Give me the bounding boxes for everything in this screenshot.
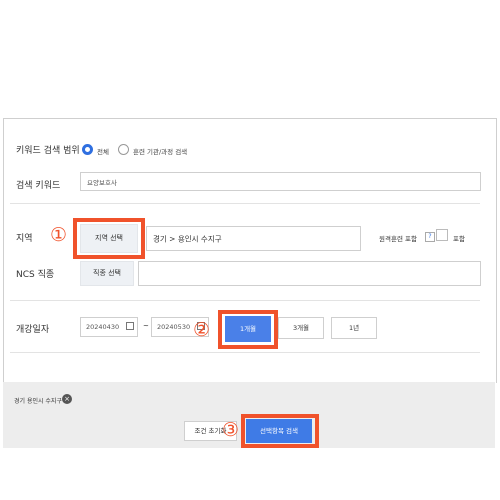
remote-include-checkbox[interactable] xyxy=(436,229,448,241)
period-3-months-button[interactable]: 3개월 xyxy=(278,317,324,339)
calendar-icon[interactable] xyxy=(126,322,134,330)
region-input[interactable]: 경기 > 용인시 수지구 xyxy=(146,226,361,251)
divider xyxy=(10,203,480,204)
highlight-box-3 xyxy=(241,414,319,448)
keyword-scope-label: 키워드 검색 범위 xyxy=(16,146,80,156)
opening-date-label: 개강일자 xyxy=(16,325,50,335)
ncs-input[interactable] xyxy=(138,261,481,286)
selected-filter-chip: 경기 용인시 수지구 xyxy=(14,398,62,405)
region-label: 지역 xyxy=(16,234,33,244)
end-date-value: 20240530 xyxy=(157,323,191,331)
start-date-value: 20240430 xyxy=(86,323,120,331)
ncs-label: NCS 직종 xyxy=(16,270,55,280)
date-separator: ~ xyxy=(143,322,149,330)
help-icon[interactable]: ? xyxy=(425,232,435,242)
keyword-value: 요양보호사 xyxy=(87,178,117,187)
step-3-marker: ③ xyxy=(222,419,240,441)
highlight-box-2 xyxy=(218,310,278,349)
divider xyxy=(10,300,480,301)
remote-training-label: 원격훈련 포함 xyxy=(379,235,417,243)
close-icon[interactable]: × xyxy=(62,394,72,404)
step-1-marker: ① xyxy=(50,224,68,246)
include-label: 포함 xyxy=(453,235,465,243)
keyword-input[interactable]: 요양보호사 xyxy=(80,172,481,191)
radio-all[interactable] xyxy=(82,144,93,155)
highlight-box-1 xyxy=(73,218,145,259)
radio-all-label: 전체 xyxy=(97,148,109,156)
radio-institution[interactable] xyxy=(118,144,129,155)
ncs-select-button[interactable]: 직종 선택 xyxy=(80,261,134,286)
period-1-year-button[interactable]: 1년 xyxy=(331,317,377,339)
radio-institution-label: 훈련 기관/과정 검색 xyxy=(133,148,188,156)
region-value: 경기 > 용인시 수지구 xyxy=(153,234,222,243)
keyword-label: 검색 키워드 xyxy=(16,181,61,191)
step-2-marker: ② xyxy=(193,319,211,341)
divider xyxy=(10,352,480,353)
